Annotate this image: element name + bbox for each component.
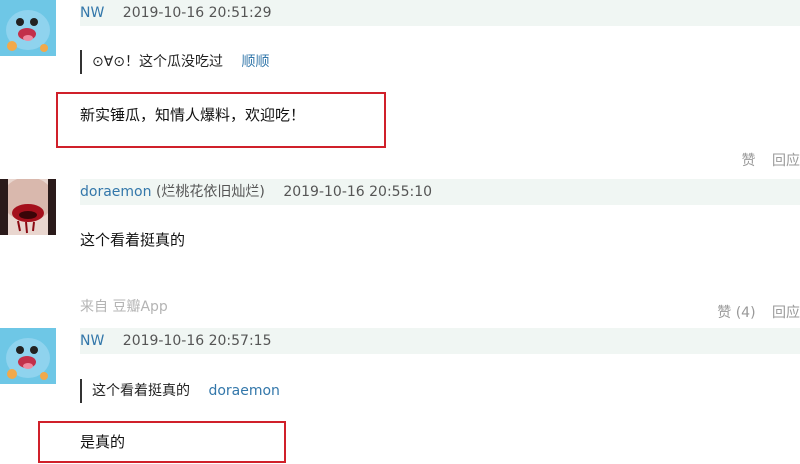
reply-quote: 这个看着挺真的 doraemon <box>80 379 280 403</box>
comment-text: 这个看着挺真的 <box>80 231 186 249</box>
avatar-nw[interactable] <box>0 0 56 56</box>
like-button[interactable]: 赞 (4) <box>717 305 755 321</box>
squirtle-avatar-icon <box>0 328 56 384</box>
red-lips-avatar-icon <box>0 179 56 235</box>
reply-quote: ⊙∀⊙！这个瓜没吃过 顺顺 <box>80 50 270 74</box>
like-button[interactable]: 赞 <box>742 153 756 169</box>
comment-time: 2019-10-16 20:51:29 <box>122 5 272 21</box>
red-highlight-box <box>38 421 286 463</box>
reply-button[interactable]: 回应 <box>772 305 800 321</box>
quote-author-link[interactable]: doraemon <box>208 383 279 399</box>
comment-time: 2019-10-16 20:57:15 <box>122 333 272 349</box>
comment-actions: 赞 回应 <box>730 150 800 170</box>
author-link[interactable]: NW <box>80 5 104 21</box>
quote-text: 这个看着挺真的 <box>92 383 190 399</box>
quote-text: ⊙∀⊙！这个瓜没吃过 <box>92 54 224 70</box>
reply-button[interactable]: 回应 <box>772 153 800 169</box>
squirtle-avatar-icon <box>0 0 56 56</box>
quote-author-link[interactable]: 顺顺 <box>242 54 270 70</box>
comment-text: 新实锤瓜，知情人爆料，欢迎吃！ <box>80 106 306 124</box>
comment-meta: NW 2019-10-16 20:51:29 <box>80 0 800 26</box>
author-link[interactable]: doraemon <box>80 184 151 200</box>
comment-meta: NW 2019-10-16 20:57:15 <box>80 328 800 354</box>
avatar-doraemon[interactable] <box>0 179 56 235</box>
comment-text: 是真的 <box>80 433 126 451</box>
avatar-nw[interactable] <box>0 328 56 384</box>
author-link[interactable]: NW <box>80 333 104 349</box>
comment-meta: doraemon (烂桃花依旧灿烂) 2019-10-16 20:55:10 <box>80 179 800 205</box>
author-nickname: (烂桃花依旧灿烂) <box>155 184 265 200</box>
comment-actions: 赞 (4) 回应 <box>705 302 800 322</box>
comment-source: 来自 豆瓣App <box>80 299 168 315</box>
comment-time: 2019-10-16 20:55:10 <box>283 184 433 200</box>
